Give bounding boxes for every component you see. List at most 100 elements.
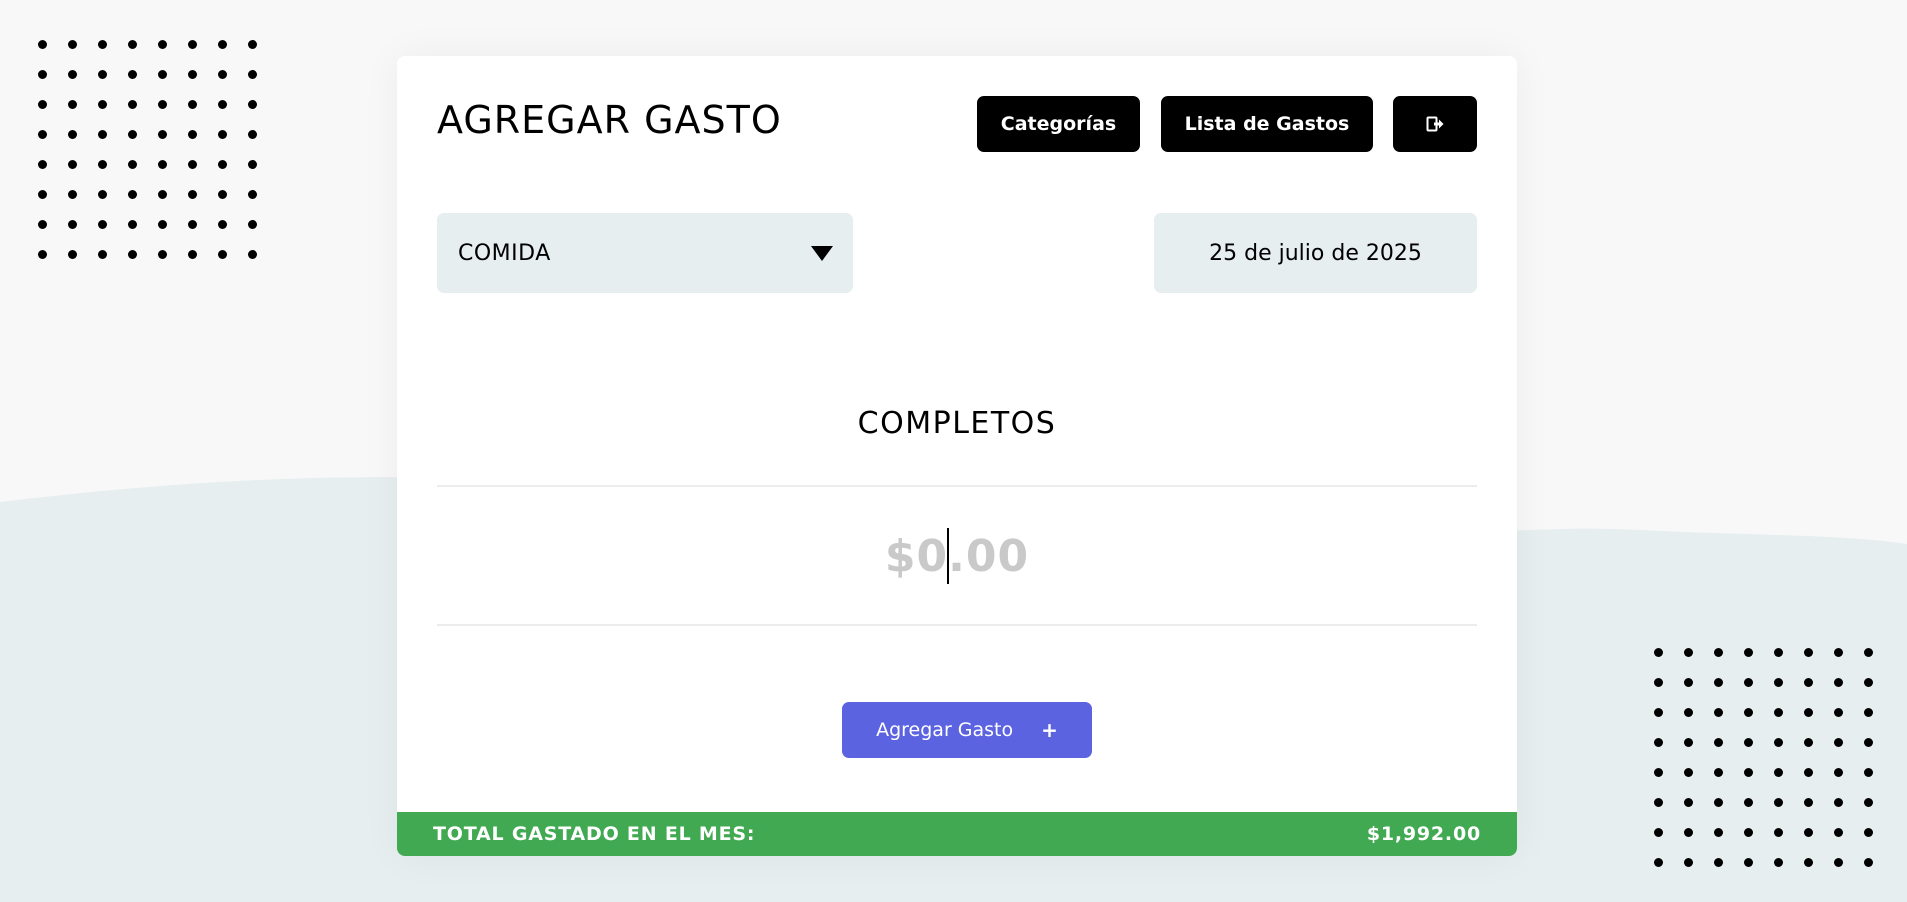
dot <box>98 70 107 79</box>
dot <box>98 130 107 139</box>
dot <box>1744 648 1753 657</box>
monthly-total-value: $1,992.00 <box>1366 823 1481 845</box>
dot <box>1804 738 1813 747</box>
logout-button[interactable] <box>1393 96 1477 152</box>
dot <box>1774 858 1783 867</box>
dot <box>1804 708 1813 717</box>
dot <box>1714 858 1723 867</box>
dot <box>1654 678 1663 687</box>
dot <box>248 70 257 79</box>
dot <box>188 40 197 49</box>
dot <box>1834 828 1843 837</box>
amount-prefix: $0 <box>884 530 949 582</box>
dot <box>1864 738 1873 747</box>
dot <box>1714 708 1723 717</box>
date-value: 25 de julio de 2025 <box>1209 240 1422 266</box>
dot <box>248 130 257 139</box>
dot <box>218 220 227 229</box>
dot <box>1774 738 1783 747</box>
dot <box>1774 678 1783 687</box>
dot <box>218 250 227 259</box>
dot <box>218 160 227 169</box>
dot <box>1864 678 1873 687</box>
dot <box>1834 678 1843 687</box>
description-field[interactable]: COMPLETOS <box>437 406 1477 441</box>
dot <box>188 190 197 199</box>
dot <box>1744 678 1753 687</box>
dot <box>1654 768 1663 777</box>
dot <box>1684 648 1693 657</box>
dot <box>1774 768 1783 777</box>
dot <box>248 40 257 49</box>
dot <box>1834 738 1843 747</box>
dot <box>1744 828 1753 837</box>
dot <box>218 70 227 79</box>
dot-pattern-top-left <box>38 40 257 259</box>
dot <box>128 130 137 139</box>
dot <box>188 220 197 229</box>
dot <box>1744 798 1753 807</box>
dot <box>128 160 137 169</box>
dot <box>1804 858 1813 867</box>
dot <box>188 160 197 169</box>
dot <box>98 100 107 109</box>
dot <box>1654 738 1663 747</box>
dot <box>1684 858 1693 867</box>
dot <box>158 130 167 139</box>
dot <box>1864 798 1873 807</box>
dot <box>1834 768 1843 777</box>
dot <box>38 220 47 229</box>
expense-card: AGREGAR GASTO Categorías Lista de Gastos… <box>397 56 1517 856</box>
dot <box>38 190 47 199</box>
dot <box>218 100 227 109</box>
dot <box>1714 738 1723 747</box>
dot <box>248 190 257 199</box>
dot <box>1684 828 1693 837</box>
dot <box>1684 678 1693 687</box>
category-select[interactable]: COMIDA <box>437 213 853 293</box>
dot <box>1834 858 1843 867</box>
dot <box>128 40 137 49</box>
dot <box>1714 648 1723 657</box>
dot <box>248 100 257 109</box>
dot <box>1774 828 1783 837</box>
dot <box>158 40 167 49</box>
dot <box>38 100 47 109</box>
dot <box>218 40 227 49</box>
logout-icon <box>1426 116 1444 132</box>
dot <box>68 160 77 169</box>
dot <box>1744 738 1753 747</box>
date-picker[interactable]: 25 de julio de 2025 <box>1154 213 1477 293</box>
expense-list-button[interactable]: Lista de Gastos <box>1161 96 1373 152</box>
dot <box>98 190 107 199</box>
dot <box>68 130 77 139</box>
dot <box>248 220 257 229</box>
category-select-value: COMIDA <box>458 240 551 266</box>
dot <box>1834 708 1843 717</box>
dot <box>1804 648 1813 657</box>
dot <box>38 250 47 259</box>
dot <box>1684 768 1693 777</box>
add-expense-button[interactable]: Agregar Gasto + <box>842 702 1092 758</box>
dot <box>98 250 107 259</box>
dot <box>1774 798 1783 807</box>
dot <box>158 220 167 229</box>
dot <box>1684 738 1693 747</box>
caret-down-icon <box>811 246 833 261</box>
dot <box>158 250 167 259</box>
amount-input[interactable]: $0.00 <box>437 526 1477 586</box>
dot-pattern-bottom-right <box>1654 648 1873 867</box>
dot <box>1654 798 1663 807</box>
divider-bottom <box>437 624 1477 626</box>
dot <box>1714 828 1723 837</box>
dot <box>1864 648 1873 657</box>
dot <box>1834 798 1843 807</box>
dot <box>1654 828 1663 837</box>
dot <box>1774 708 1783 717</box>
plus-icon: + <box>1041 718 1058 742</box>
dot <box>1744 858 1753 867</box>
dot <box>1774 648 1783 657</box>
categories-button[interactable]: Categorías <box>977 96 1140 152</box>
amount-suffix: .00 <box>948 530 1030 582</box>
dot <box>68 40 77 49</box>
